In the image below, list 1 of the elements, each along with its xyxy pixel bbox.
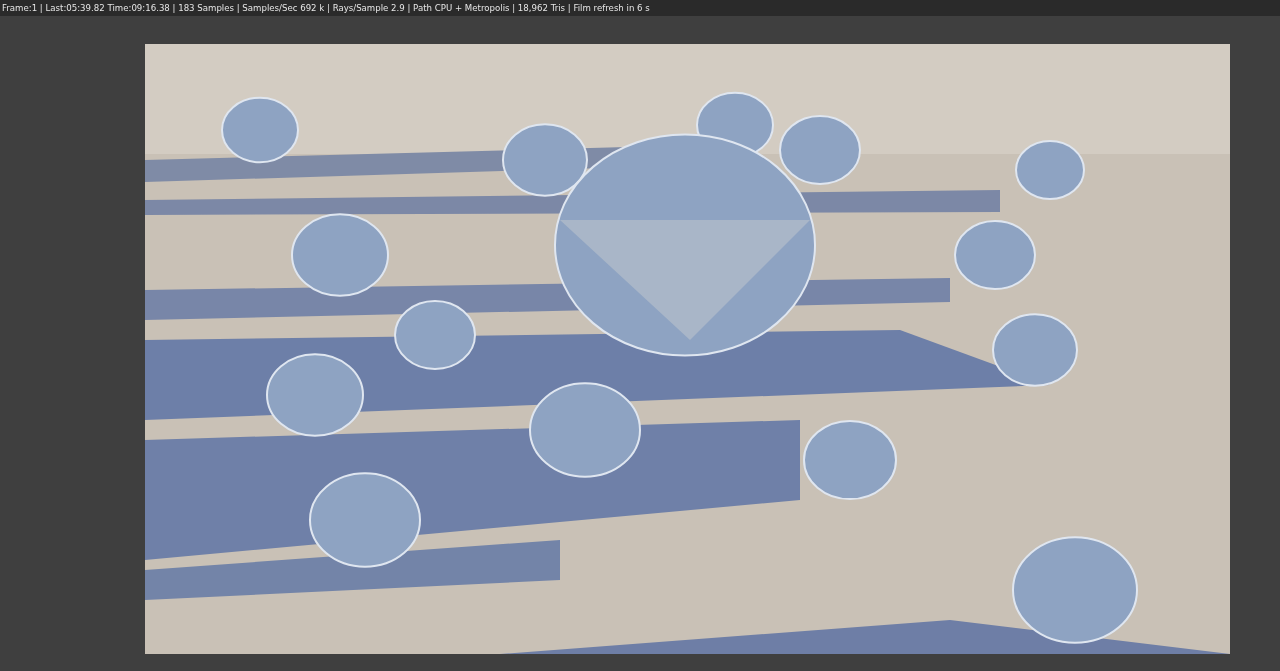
render-stats: Frame:1 | Last:05:39.82 Time:09:16.38 | 183 Samples | Samples/Sec 692 k | Rays/Sample 2.9 | Path CPU + Metropolis | 18,962 Tris | Film refresh in 6 s [2,3,650,13]
